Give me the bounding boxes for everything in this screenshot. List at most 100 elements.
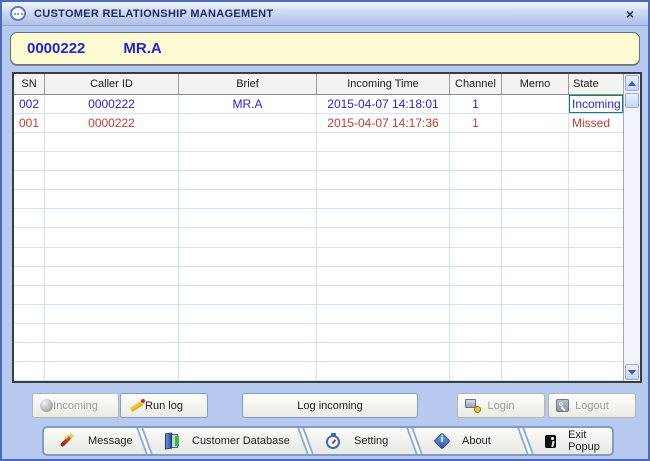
table-cell [502, 305, 569, 323]
table-row-empty [14, 305, 623, 324]
table-cell [14, 209, 45, 227]
column-header-caller-id[interactable]: Caller ID [45, 74, 179, 94]
chevron-up-icon [628, 81, 636, 86]
table-cell [14, 190, 45, 208]
table-cell [569, 267, 623, 285]
scrollbar-thumb[interactable] [625, 93, 639, 108]
table-cell [450, 343, 502, 361]
logout-key-icon [556, 399, 569, 412]
table-cell [14, 362, 45, 380]
table-cell [502, 286, 569, 304]
table-cell[interactable]: 0000222 [45, 114, 179, 132]
log-incoming-button-label: Log incoming [297, 400, 362, 412]
incoming-button[interactable]: Incoming [32, 393, 119, 418]
table-cell[interactable]: MR.A [179, 95, 317, 113]
table-cell[interactable]: 001 [14, 114, 45, 132]
table-cell [502, 228, 569, 246]
table-cell [569, 362, 623, 380]
table-cell [179, 362, 317, 380]
table-row-empty [14, 267, 623, 286]
vertical-scrollbar[interactable] [623, 74, 640, 381]
table-cell [450, 228, 502, 246]
table-cell [45, 305, 179, 323]
table-row[interactable]: 0010000222 2015-04-07 14:17:361 Missed [14, 114, 623, 133]
table-row-empty [14, 190, 623, 209]
window-title: CUSTOMER RELATIONSHIP MANAGEMENT [34, 8, 620, 20]
table-cell [450, 324, 502, 342]
table-cell [179, 248, 317, 266]
table-cell [14, 343, 45, 361]
run-log-button[interactable]: Run log [120, 393, 208, 418]
table-cell[interactable]: 1 [450, 114, 502, 132]
table-row-empty [14, 209, 623, 228]
logout-button[interactable]: Logout [548, 393, 636, 418]
table-cell [317, 228, 450, 246]
tab-exit-popup[interactable]: Exit Popup [531, 428, 612, 454]
table-cell [179, 305, 317, 323]
column-header-sn[interactable]: SN [14, 74, 45, 94]
table-cell[interactable]: 2015-04-07 14:17:36 [317, 114, 450, 132]
table-row[interactable]: 0020000222MR.A2015-04-07 14:18:011 Incomi… [14, 95, 623, 114]
table-row-empty [14, 343, 623, 362]
table-cell [179, 343, 317, 361]
table-cell [317, 305, 450, 323]
magic-wand-icon [58, 432, 76, 450]
logout-button-label: Logout [575, 400, 609, 412]
log-incoming-button[interactable]: Log incoming [242, 393, 418, 418]
table-cell [450, 248, 502, 266]
table-cell [45, 248, 179, 266]
table-cell[interactable] [502, 95, 569, 113]
table-cell [502, 343, 569, 361]
run-log-button-label: Run log [145, 400, 183, 412]
tab-about[interactable]: i About [420, 428, 520, 454]
close-icon[interactable]: × [620, 6, 640, 22]
column-header-memo[interactable]: Memo [502, 74, 569, 94]
table-cell [502, 267, 569, 285]
tab-setting[interactable]: Setting [311, 428, 409, 454]
login-button-label: Login [488, 400, 515, 412]
table-row-empty [14, 248, 623, 267]
table-cell[interactable] [179, 114, 317, 132]
scrollbar-track[interactable] [624, 109, 640, 363]
table-cell [179, 228, 317, 246]
table-cell [569, 171, 623, 189]
table-body: 0020000222MR.A2015-04-07 14:18:011 Incomi… [14, 95, 623, 381]
table-cell [14, 171, 45, 189]
table-cell [502, 171, 569, 189]
column-header-brief[interactable]: Brief [179, 74, 317, 94]
pencil-icon [128, 398, 145, 413]
table-cell [450, 133, 502, 151]
chevron-down-icon [628, 370, 636, 375]
column-header-channel[interactable]: Channel [450, 74, 502, 94]
table-cell [502, 152, 569, 170]
table-row-empty [14, 228, 623, 247]
table-cell [569, 133, 623, 151]
table-cell [569, 305, 623, 323]
table-cell[interactable] [502, 114, 569, 132]
table-cell [502, 324, 569, 342]
table-cell[interactable]: 2015-04-07 14:18:01 [317, 95, 450, 113]
table-cell [14, 133, 45, 151]
table-cell [45, 267, 179, 285]
column-header-state[interactable]: State [569, 74, 623, 94]
table-cell [14, 267, 45, 285]
table-cell[interactable]: 0000222 [45, 95, 179, 113]
table-cell [45, 190, 179, 208]
tab-customer-database[interactable]: Customer Database [150, 428, 300, 454]
table-cell[interactable]: 1 [450, 95, 502, 113]
tab-message[interactable]: Message [44, 428, 139, 454]
login-button[interactable]: Login [457, 393, 545, 418]
table-cell [45, 324, 179, 342]
scroll-down-button[interactable] [625, 364, 639, 380]
table-cell[interactable]: 002 [14, 95, 45, 113]
scroll-up-button[interactable] [625, 75, 639, 91]
table-cell [179, 171, 317, 189]
table-cell [179, 267, 317, 285]
table-cell [179, 209, 317, 227]
table-cell [569, 248, 623, 266]
table-cell [450, 286, 502, 304]
table-cell[interactable]: Incoming [569, 95, 623, 113]
table-cell[interactable]: Missed [569, 114, 623, 132]
column-header-incoming-time[interactable]: Incoming Time [317, 74, 450, 94]
table-cell [317, 152, 450, 170]
